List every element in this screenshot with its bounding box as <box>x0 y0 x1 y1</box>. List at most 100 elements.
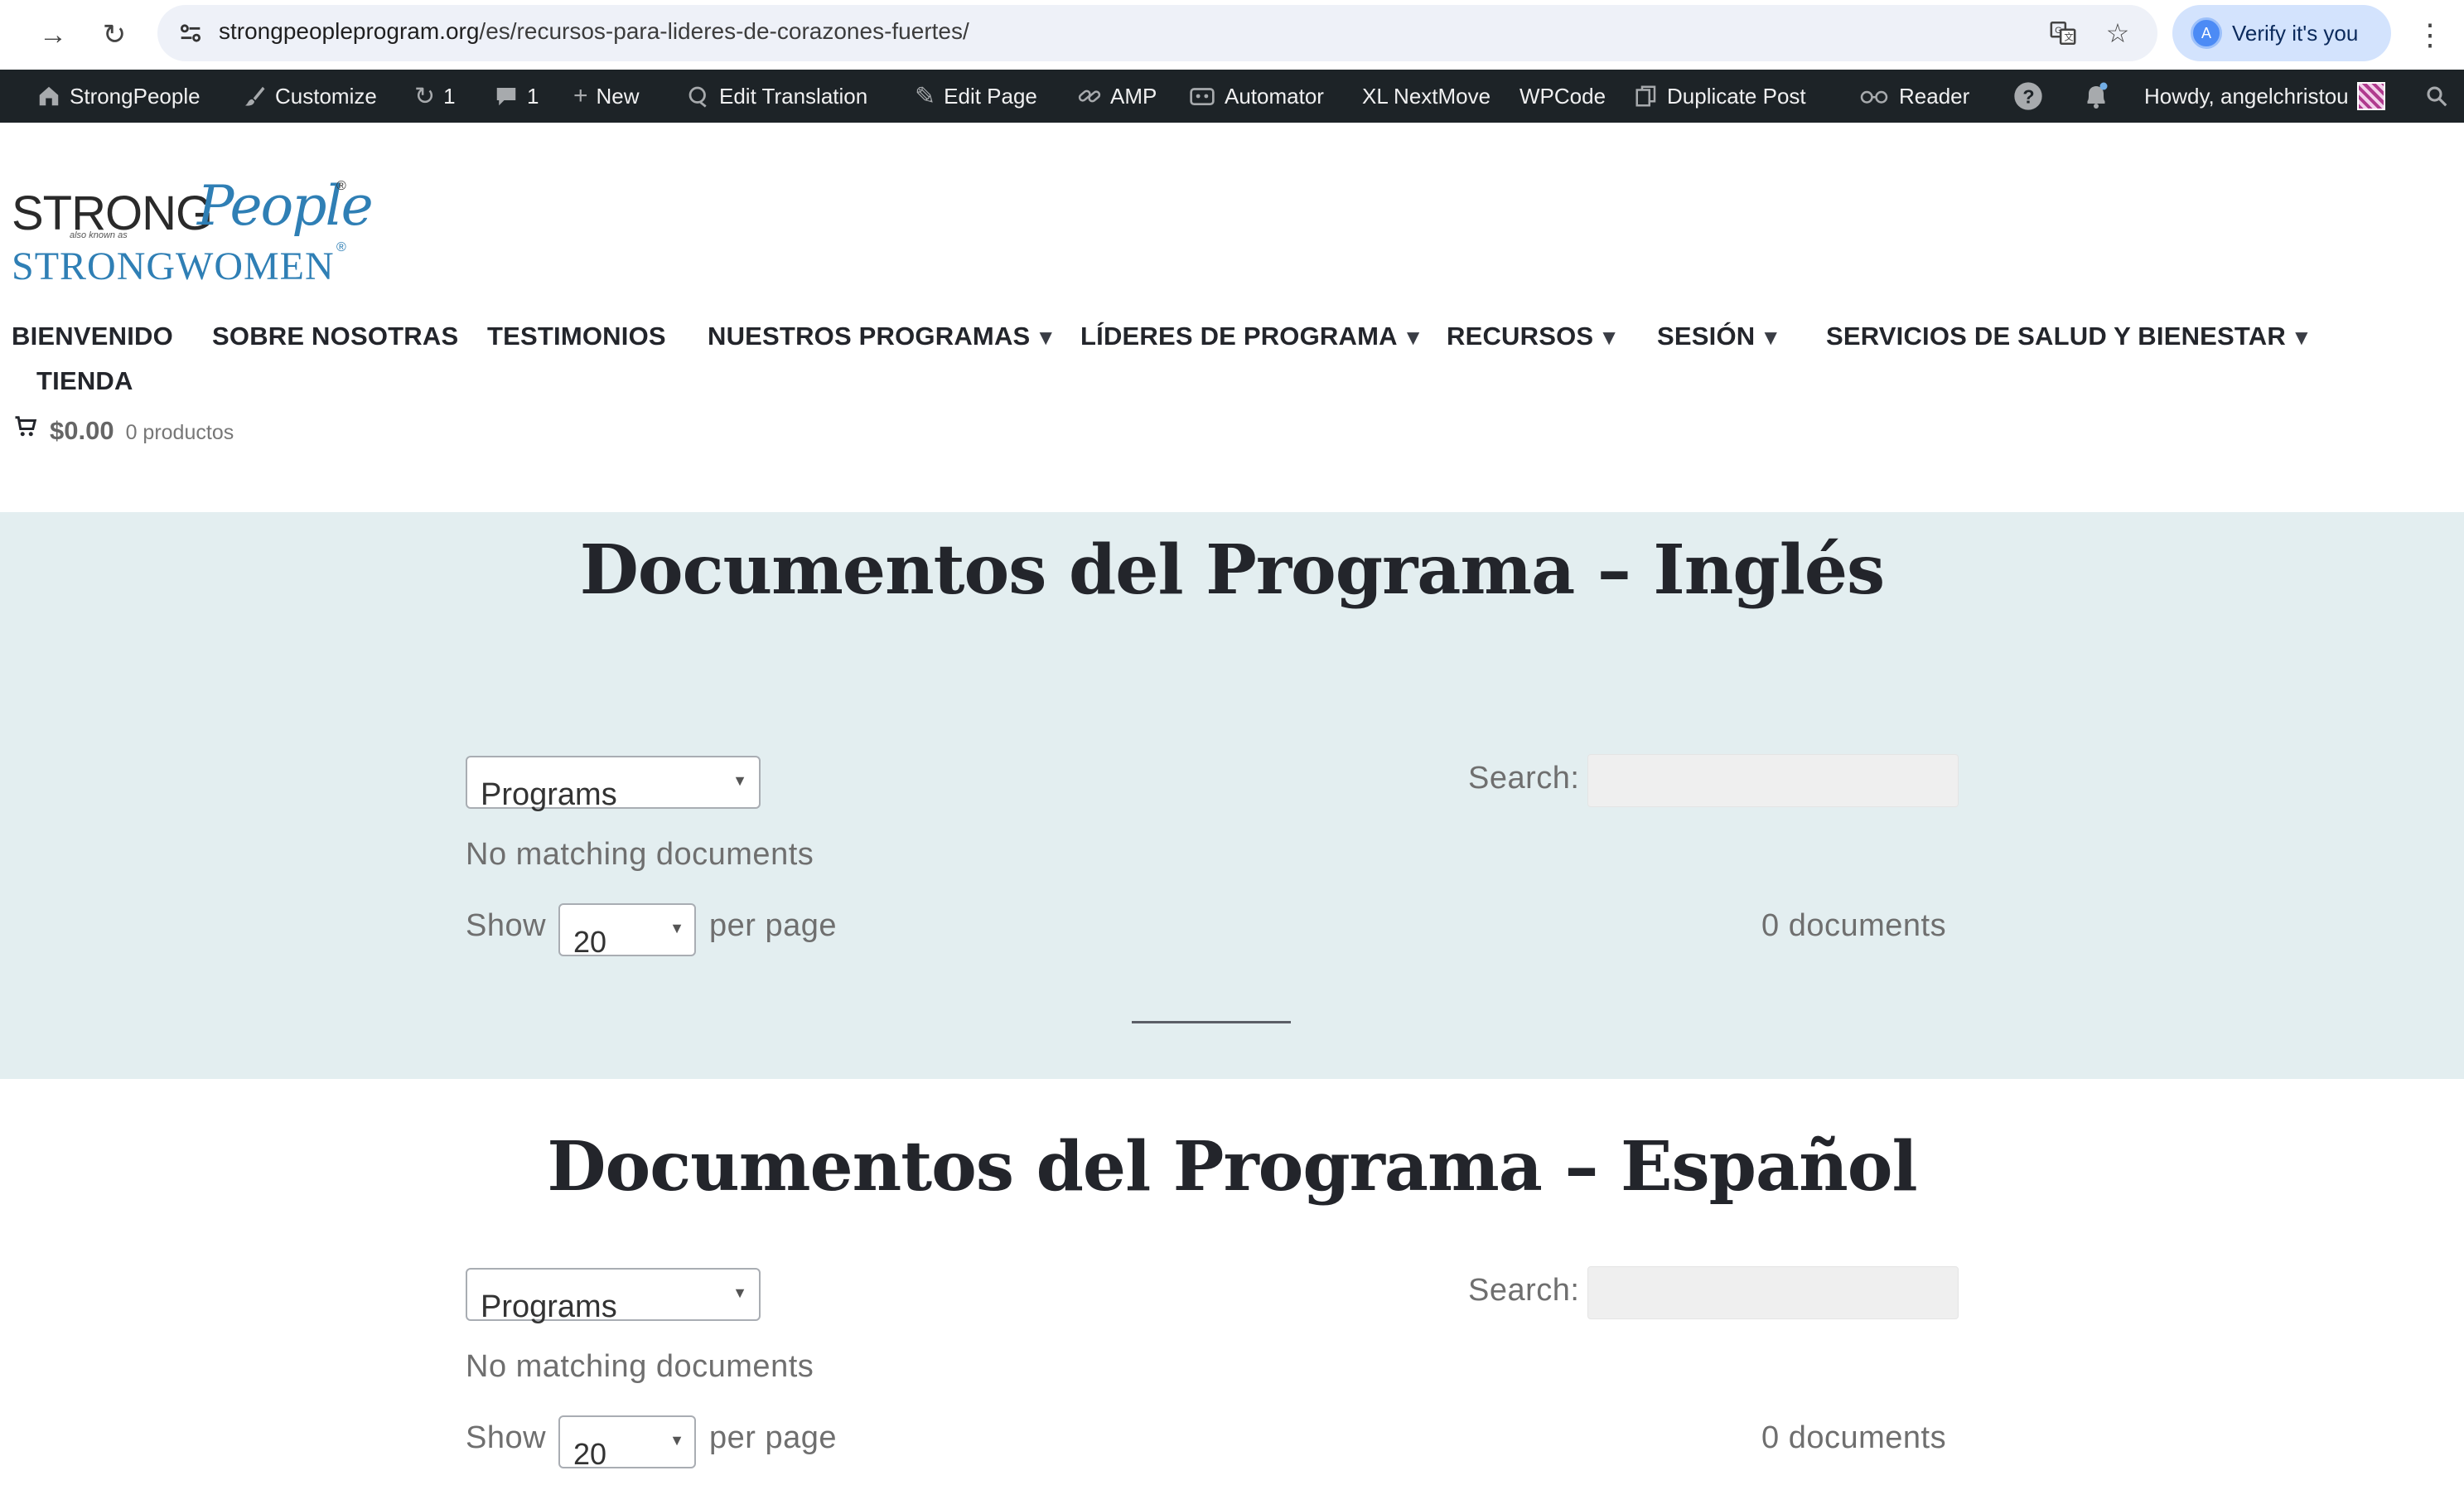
translate-icon[interactable]: G文 <box>2045 15 2081 51</box>
admin-customize-label: Customize <box>275 83 377 109</box>
empty-state-text: No matching documents <box>466 837 814 872</box>
admin-wpcode-label: WPCode <box>1519 83 1606 109</box>
site-settings-icon[interactable] <box>174 17 207 50</box>
nav-item-sobre-nosotras[interactable]: SOBRE NOSOTRAS <box>212 322 458 351</box>
search-icon <box>2424 84 2449 109</box>
nav-item-sesion[interactable]: SESIÓN ▼ <box>1657 322 1781 351</box>
nav-item-servicios-de-salud[interactable]: SERVICIOS DE SALUD Y BIENESTAR ▼ <box>1826 322 2312 351</box>
forward-arrow-icon[interactable]: → <box>30 12 76 58</box>
link-icon <box>1077 84 1102 109</box>
shopping-cart-icon <box>13 414 38 446</box>
nav-label: TIENDA <box>36 366 133 395</box>
caret-down-icon: ▼ <box>1598 325 1621 350</box>
admin-reader-link[interactable]: Reader <box>1858 70 1969 123</box>
nav-item-tienda[interactable]: TIENDA <box>36 366 133 396</box>
site-logo[interactable]: STRONG People ® also known as STRONGWOME… <box>12 174 374 290</box>
admin-duplicate-post-label: Duplicate Post <box>1667 83 1806 109</box>
verify-label: Verify it's you <box>2232 20 2359 46</box>
nav-item-testimonios[interactable]: TESTIMONIOS <box>487 322 666 351</box>
plus-icon: + <box>573 82 588 109</box>
caret-down-icon: ▼ <box>2290 325 2312 350</box>
mini-cart[interactable]: $0.00 0 productos <box>13 414 234 446</box>
admin-automator-link[interactable]: Automator <box>1188 70 1324 123</box>
search-label: Search: <box>1468 1273 1580 1308</box>
nav-label: SOBRE NOSOTRAS <box>212 322 459 351</box>
program-filter-select[interactable]: Programs ▼ <box>466 756 761 812</box>
document-count: 0 documents <box>1761 908 1947 943</box>
url-text[interactable]: strongpeopleprogram.org/es/recursos-para… <box>219 18 969 45</box>
admin-amp-label: AMP <box>1110 83 1157 109</box>
dropdown-arrow-icon: ▼ <box>732 1284 747 1301</box>
program-filter-value: Programs <box>481 1289 617 1324</box>
svg-text:?: ? <box>2022 85 2034 107</box>
url-host: strongpeopleprogram.org <box>219 18 480 44</box>
admin-howdy-label: Howdy, angelchristou <box>2144 83 2349 109</box>
document-count: 0 documents <box>1761 1420 1947 1455</box>
logo-registered-mark: ® <box>336 179 346 193</box>
admin-site-label: StrongPeople <box>70 83 201 109</box>
verify-profile-button[interactable]: A Verify it's you <box>2172 5 2391 61</box>
nav-label: SERVICIOS DE SALUD Y BIENESTAR <box>1826 322 2286 351</box>
admin-automator-label: Automator <box>1225 83 1324 109</box>
admin-search-link[interactable] <box>2424 70 2449 123</box>
show-label: Show <box>466 908 547 943</box>
logo-strongwomen-text: STRONGWOMEN <box>12 244 335 288</box>
logo-aka-text: also known as <box>70 230 128 240</box>
admin-updates-link[interactable]: ↻ 1 <box>414 70 456 123</box>
address-bar[interactable]: strongpeopleprogram.org/es/recursos-para… <box>157 5 2157 61</box>
admin-edit-translation-link[interactable]: Edit Translation <box>686 70 867 123</box>
reload-icon[interactable]: ↻ <box>91 12 138 58</box>
search-input[interactable] <box>1587 1266 1959 1319</box>
nav-item-bienvenido[interactable]: BIENVENIDO <box>12 322 173 351</box>
admin-edit-translation-label: Edit Translation <box>719 83 868 109</box>
nav-label: NUESTROS PROGRAMAS <box>708 322 1031 351</box>
nav-item-lideres-de-programa[interactable]: LÍDERES DE PROGRAMA ▼ <box>1080 322 1424 351</box>
automator-icon <box>1188 84 1216 109</box>
bookmark-star-icon[interactable]: ☆ <box>2099 15 2136 51</box>
admin-amp-link[interactable]: AMP <box>1077 70 1157 123</box>
admin-updates-count: 1 <box>443 83 456 109</box>
nav-label: LÍDERES DE PROGRAMA <box>1080 322 1398 351</box>
bell-icon <box>2081 81 2111 111</box>
admin-comments-link[interactable]: 1 <box>494 70 539 123</box>
program-filter-select[interactable]: Programs ▼ <box>466 1268 761 1324</box>
paintbrush-icon <box>242 84 267 109</box>
cart-count: 0 productos <box>125 421 234 444</box>
wp-admin-bar: StrongPeople Customize ↻ 1 1 + New Edit … <box>0 70 2464 123</box>
svg-text:文: 文 <box>2064 31 2073 43</box>
browser-menu-icon[interactable]: ⋮ <box>2409 12 2451 58</box>
caret-down-icon: ▼ <box>1402 325 1424 350</box>
updates-icon: ↻ <box>414 82 436 110</box>
per-page-select[interactable]: 20 ▼ <box>558 1415 696 1471</box>
admin-customize-link[interactable]: Customize <box>242 70 377 123</box>
admin-account-link[interactable]: Howdy, angelchristou <box>2144 70 2385 123</box>
admin-xl-nextmove-link[interactable]: XL NextMove <box>1362 70 1490 123</box>
nav-item-recursos[interactable]: RECURSOS ▼ <box>1447 322 1620 351</box>
pencil-icon: ✎ <box>915 82 936 110</box>
caret-down-icon: ▼ <box>1035 325 1057 350</box>
admin-new-link[interactable]: + New <box>573 70 640 123</box>
per-page-label: per page <box>709 908 838 943</box>
nav-item-nuestros-programas[interactable]: NUESTROS PROGRAMAS ▼ <box>708 322 1056 351</box>
cart-amount: $0.00 <box>50 416 114 445</box>
section-divider <box>1132 1021 1291 1023</box>
admin-wpcode-link[interactable]: WPCode <box>1519 70 1606 123</box>
caret-down-icon: ▼ <box>1760 325 1782 350</box>
svg-text:G: G <box>2055 26 2062 36</box>
url-path: /es/recursos-para-lideres-de-corazones-f… <box>479 18 969 44</box>
admin-reader-label: Reader <box>1899 83 1970 109</box>
admin-edit-page-link[interactable]: ✎ Edit Page <box>915 70 1037 123</box>
section-title-spanish: Documentos del Programa – Español <box>547 1127 1917 1207</box>
duplicate-icon <box>1634 84 1659 109</box>
nav-label: SESIÓN <box>1657 322 1756 351</box>
browser-toolbar: → ↻ strongpeopleprogram.org/es/recursos-… <box>0 0 2464 70</box>
per-page-select[interactable]: 20 ▼ <box>558 903 696 959</box>
program-filter-value: Programs <box>481 777 617 812</box>
comment-icon <box>494 84 519 109</box>
search-input[interactable] <box>1587 754 1959 807</box>
admin-help-link[interactable]: ? <box>2012 70 2045 123</box>
admin-notifications-link[interactable] <box>2081 70 2111 123</box>
admin-site-link[interactable]: StrongPeople <box>36 70 201 123</box>
admin-duplicate-post-link[interactable]: Duplicate Post <box>1634 70 1806 123</box>
user-avatar <box>2356 82 2385 110</box>
